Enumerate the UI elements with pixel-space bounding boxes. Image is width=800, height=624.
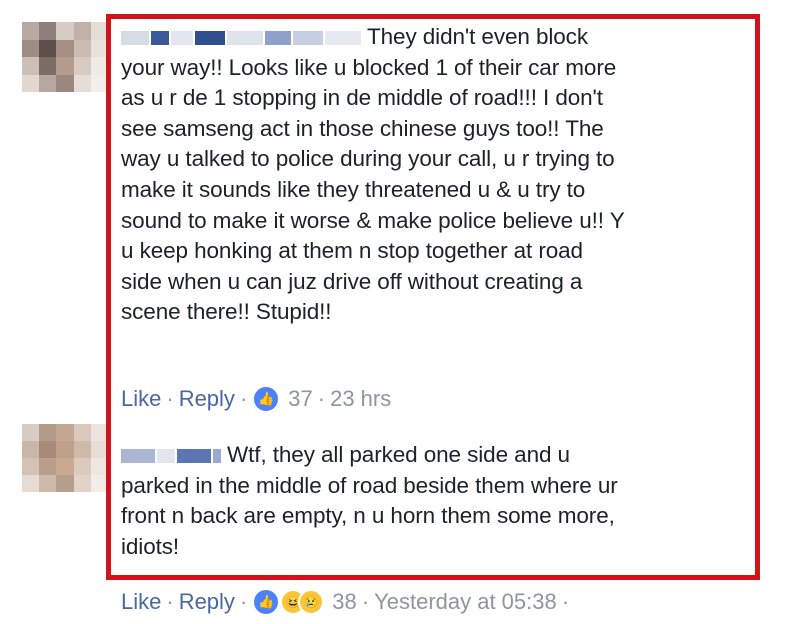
redaction-block bbox=[177, 448, 211, 463]
avatar-pixel bbox=[22, 39, 40, 57]
avatar-pixel bbox=[39, 57, 57, 75]
comment-1-actions: Like · Reply · 👍 37 · 23 hrs bbox=[121, 385, 391, 413]
redaction-block bbox=[157, 448, 175, 463]
avatar-pixel bbox=[56, 39, 74, 57]
avatar-pixel bbox=[73, 22, 91, 40]
like-link[interactable]: Like bbox=[121, 589, 161, 615]
avatar-pixel bbox=[73, 74, 91, 92]
commenter-1-avatar[interactable] bbox=[22, 22, 108, 92]
redaction-block bbox=[195, 30, 225, 45]
separator-dot: · bbox=[239, 386, 248, 411]
comment-text-line: Wtf, they all parked one side and u bbox=[227, 442, 570, 467]
avatar-pixel bbox=[39, 441, 57, 458]
comment-2-actions: Like · Reply · 👍 😆 😢 38 · Yesterday at 0… bbox=[121, 588, 574, 616]
redaction-block bbox=[265, 30, 291, 45]
like-reaction-icon[interactable]: 👍 bbox=[252, 385, 281, 413]
avatar-pixel bbox=[56, 441, 74, 458]
comment-text-line: side when u can juz drive off without cr… bbox=[121, 268, 583, 294]
avatar-pixel bbox=[39, 458, 57, 475]
comment-text-line: see samseng act in those chinese guys to… bbox=[121, 115, 604, 141]
redaction-block bbox=[227, 30, 263, 45]
avatar-pixel bbox=[39, 22, 57, 40]
avatar-pixel bbox=[22, 475, 40, 492]
comment-text-line: u keep honking at them n stop together a… bbox=[121, 238, 583, 264]
comment-text-line: They didn't even block bbox=[367, 24, 588, 49]
avatar-pixel bbox=[39, 39, 57, 57]
comment-line: Wtf, they all parked one side and u bbox=[121, 440, 618, 471]
avatar-pixel bbox=[22, 74, 40, 92]
avatar-pixel bbox=[73, 475, 91, 492]
redaction-block bbox=[151, 30, 169, 45]
separator-dot: · bbox=[239, 589, 248, 614]
reaction-count[interactable]: 37 bbox=[288, 386, 312, 412]
like-link[interactable]: Like bbox=[121, 386, 161, 412]
like-reaction-icon[interactable]: 👍 bbox=[252, 588, 281, 616]
comment-line: They didn't even block bbox=[121, 22, 625, 53]
avatar-pixel bbox=[56, 57, 74, 75]
separator-dot: · bbox=[361, 589, 370, 614]
reply-link[interactable]: Reply bbox=[179, 589, 235, 615]
comment-2-body: Wtf, they all parked one side and u park… bbox=[121, 440, 618, 562]
avatar-pixel bbox=[22, 458, 40, 475]
avatar-pixel bbox=[22, 424, 40, 441]
commenter-2-avatar[interactable] bbox=[22, 424, 108, 492]
comment-text-line: sound to make it worse & make police bel… bbox=[121, 207, 625, 233]
separator-dot: · bbox=[166, 589, 174, 614]
redaction-block bbox=[325, 30, 361, 45]
comment-timestamp[interactable]: 23 hrs bbox=[330, 386, 391, 412]
avatar-pixel bbox=[73, 458, 91, 475]
avatar-pixel bbox=[56, 22, 74, 40]
separator-dot: · bbox=[561, 589, 570, 614]
sad-reaction-icon[interactable]: 😢 bbox=[298, 589, 325, 615]
redaction-block bbox=[121, 30, 149, 45]
avatar-pixel bbox=[22, 57, 40, 75]
comment-1-body: They didn't even block your way!! Looks … bbox=[121, 22, 625, 328]
avatar-pixel bbox=[22, 22, 40, 40]
avatar-pixel bbox=[56, 458, 74, 475]
redaction-block bbox=[121, 448, 155, 463]
comment-text-line: make it sounds like they threatened u & … bbox=[121, 176, 586, 202]
commenter-2-name-redacted[interactable] bbox=[121, 441, 223, 472]
comment-text-line: as u r de 1 stopping in de middle of roa… bbox=[121, 85, 603, 111]
avatar-pixel bbox=[22, 441, 40, 458]
avatar-pixel bbox=[56, 424, 74, 441]
comment-text-line: idiots! bbox=[121, 533, 180, 559]
redaction-block bbox=[293, 30, 323, 45]
avatar-pixel bbox=[39, 424, 57, 441]
comment-text-line: your way!! Looks like u blocked 1 of the… bbox=[121, 54, 617, 80]
comment-text-line: front n back are empty, n u horn them so… bbox=[121, 503, 615, 529]
comment-timestamp[interactable]: Yesterday at 05:38 bbox=[374, 589, 557, 615]
avatar-pixel bbox=[39, 74, 57, 92]
avatar-pixel bbox=[73, 424, 91, 441]
comment-text-line: scene there!! Stupid!! bbox=[121, 299, 332, 325]
comment-text-line: parked in the middle of road beside them… bbox=[121, 472, 618, 498]
commenter-1-name-redacted[interactable] bbox=[121, 23, 363, 54]
comment-text-line: way u talked to police during your call,… bbox=[121, 146, 615, 172]
redaction-block bbox=[171, 30, 193, 45]
avatar-pixel bbox=[73, 57, 91, 75]
avatar-pixel bbox=[56, 475, 74, 492]
reaction-count[interactable]: 38 bbox=[332, 589, 356, 615]
avatar-pixel bbox=[39, 475, 57, 492]
reply-link[interactable]: Reply bbox=[179, 386, 235, 412]
avatar-pixel bbox=[56, 74, 74, 92]
separator-dot: · bbox=[166, 386, 174, 411]
avatar-pixel bbox=[73, 39, 91, 57]
redaction-block bbox=[213, 448, 221, 463]
separator-dot: · bbox=[317, 386, 326, 411]
avatar-pixel bbox=[73, 441, 91, 458]
